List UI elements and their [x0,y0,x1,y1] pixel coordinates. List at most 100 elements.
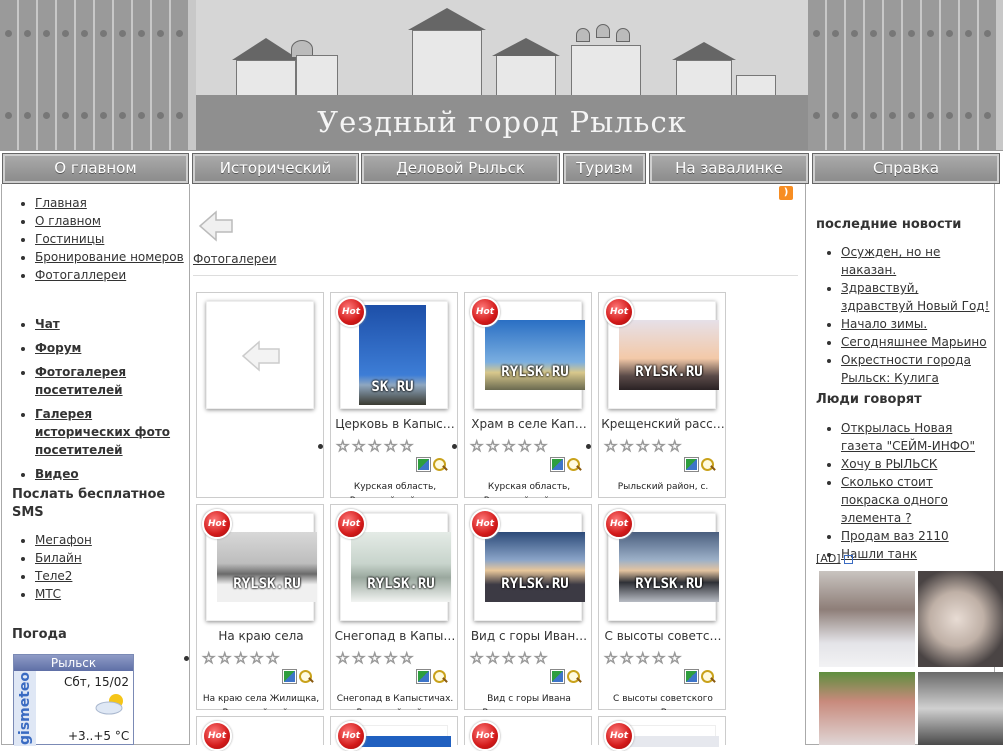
zoom-icon[interactable] [433,670,447,684]
photo-thumbnail[interactable]: RYLSK.RU [485,320,585,390]
nav-istoricheskiy[interactable]: Исторический [192,153,359,184]
sms-item: Теле2 [35,567,92,585]
photo-title[interactable]: Снегопад в Капы… [331,629,459,643]
news-link[interactable]: Окрестности города Рыльск: Кулига [841,353,971,385]
back-arrow-icon[interactable] [196,206,236,246]
zoom-icon[interactable] [433,458,447,472]
user-photo-thumbnail[interactable] [918,672,1003,745]
rss-icon[interactable]: ) [779,186,793,200]
photo-title[interactable]: Церковь в Капыс… [331,417,459,431]
menu-link-about[interactable]: О главном [35,214,101,228]
news-link[interactable]: Сегодняшнее Марьино [841,335,987,349]
photo-title[interactable]: Крещенский расс… [599,417,727,431]
photo-thumbnail[interactable]: RYLSK.RU [619,320,719,390]
rating-stars[interactable]: ☆ ☆ ☆ ☆ ☆ [336,438,416,454]
talk-item: Хочу в РЫЛЬСК [841,455,994,473]
gallery-icon[interactable] [550,457,565,472]
photo-thumbnail[interactable]: RYLSK.RU [485,532,585,602]
zoom-icon[interactable] [299,670,313,684]
photo-title[interactable]: На краю села [197,629,325,643]
link-tele2[interactable]: Теле2 [35,569,72,583]
rating-stars[interactable]: ☆ ☆ ☆ ☆ ☆ [470,650,550,666]
talk-item: Нашли танк [841,545,994,563]
photo-thumbnail[interactable]: RYLSK.RU [217,532,317,602]
link-historic-gallery[interactable]: Галерея исторических фото посетителей [35,407,170,457]
talk-link[interactable]: Хочу в РЫЛЬСК [841,457,937,471]
gallery-cell[interactable]: Hot [196,716,324,751]
nav-na-zavalinke[interactable]: На завалинке [649,153,809,184]
breadcrumb[interactable]: Фотогалереи [193,252,277,266]
user-photo-thumbnail[interactable] [819,672,915,745]
link-chat[interactable]: Чат [35,317,60,331]
gallery-icon[interactable] [282,669,297,684]
photo-actions [684,669,715,684]
main-menu: Главная О главном Гостиницы Бронирование… [2,194,184,284]
rating-stars[interactable]: ☆ ☆ ☆ ☆ ☆ [604,650,684,666]
gallery-icon[interactable] [416,669,431,684]
gallery-cell[interactable]: RYLSK.RU Hot На краю села ☆ ☆ ☆ ☆ ☆ На краю … [196,504,324,710]
user-photo-thumbnail[interactable] [819,571,915,667]
zoom-icon[interactable] [701,458,715,472]
menu-link-galleries[interactable]: Фотогаллереи [35,268,126,282]
gallery-cell[interactable]: RYLSK.RU Hot Храм в селе Кап… ☆ ☆ ☆ ☆ ☆ Курс… [464,292,592,498]
rating-stars[interactable]: ☆ ☆ ☆ ☆ ☆ [202,650,282,666]
photo-actions [550,457,581,472]
nav-delovoy-rylsk[interactable]: Деловой Рыльск [361,153,560,184]
watermark: RYLSK.RU [233,576,301,592]
rating-stars[interactable]: ☆ ☆ ☆ ☆ ☆ [336,650,416,666]
gallery-back-cell[interactable] [196,292,324,498]
link-mts[interactable]: МТС [35,587,61,601]
ad-label[interactable]: [AD] [816,552,854,565]
gallery-icon[interactable] [416,457,431,472]
news-link[interactable]: Начало зимы. [841,317,927,331]
photo-description: Рыльский район, с. [617,482,709,492]
photo-thumbnail[interactable]: RYLSK.RU [351,532,451,602]
photo-thumbnail[interactable]: SK.RU [359,305,426,405]
user-photo-thumbnail[interactable] [918,571,1003,667]
photo-thumbnail[interactable] [351,736,451,747]
zoom-icon[interactable] [567,670,581,684]
photo-actions [282,669,313,684]
talk-link[interactable]: Открылась Новая газета "СЕЙМ-ИНФО" [841,421,975,453]
link-video[interactable]: Видео [35,467,79,481]
menu-link-home[interactable]: Главная [35,196,87,210]
photo-title[interactable]: С высоты советс… [599,629,727,643]
weather-widget[interactable]: Рыльск gismeteo Сбт, 15/02 +3..+5 °C [13,654,134,746]
talk-link[interactable]: Сколько стоит покраска одного элемента ? [841,475,948,525]
link-beeline[interactable]: Билайн [35,551,82,565]
gallery-cell[interactable]: RYLSK.RU Hot Снегопад в Капы… ☆ ☆ ☆ ☆ ☆ Снег… [330,504,458,710]
photo-title[interactable]: Храм в селе Кап… [465,417,593,431]
gallery-cell[interactable]: RYLSK.RU Hot Крещенский расс… ☆ ☆ ☆ ☆ ☆ Рыль… [598,292,726,498]
hot-badge: Hot [470,721,500,751]
news-item: Начало зимы. [841,315,994,333]
link-visitor-gallery[interactable]: Фотогалерея посетителей [35,365,126,397]
photo-thumbnail[interactable] [619,736,719,747]
gallery-cell[interactable]: Hot [330,716,458,751]
gallery-icon[interactable] [684,457,699,472]
gallery-cell[interactable]: RYLSK.RU Hot С высоты советс… ☆ ☆ ☆ ☆ ☆ С вы… [598,504,726,710]
rating-stars[interactable]: ☆ ☆ ☆ ☆ ☆ [604,438,684,454]
nav-spravka[interactable]: Справка [812,153,1000,184]
gallery-cell[interactable]: Hot [464,716,592,751]
ad-link[interactable]: [AD] [816,552,841,565]
news-link[interactable]: Осужден, но не наказан. [841,245,940,277]
zoom-icon[interactable] [701,670,715,684]
gallery-icon[interactable] [684,669,699,684]
sms-heading: Послать бесплатное SMS [12,487,166,520]
photo-thumbnail[interactable]: RYLSK.RU [619,532,719,602]
menu-link-booking[interactable]: Бронирование номеров [35,250,184,264]
nav-o-glavnom[interactable]: О главном [2,153,189,184]
gallery-cell[interactable]: SK.RU Hot Церковь в Капыс… ☆ ☆ ☆ ☆ ☆ Курская… [330,292,458,498]
gallery-cell[interactable]: Hot [598,716,726,751]
news-link[interactable]: Здравствуй, здравствуй Новый Год! [841,281,989,313]
menu-link-hotels[interactable]: Гостиницы [35,232,104,246]
link-forum[interactable]: Форум [35,341,81,355]
rating-stars[interactable]: ☆ ☆ ☆ ☆ ☆ [470,438,550,454]
link-megafon[interactable]: Мегафон [35,533,92,547]
talk-link[interactable]: Продам ваз 2110 [841,529,949,543]
gallery-icon[interactable] [550,669,565,684]
nav-turizm[interactable]: Туризм [563,153,646,184]
photo-title[interactable]: Вид с горы Иван… [465,629,593,643]
zoom-icon[interactable] [567,458,581,472]
gallery-cell[interactable]: RYLSK.RU Hot Вид с горы Иван… ☆ ☆ ☆ ☆ ☆ Вид … [464,504,592,710]
